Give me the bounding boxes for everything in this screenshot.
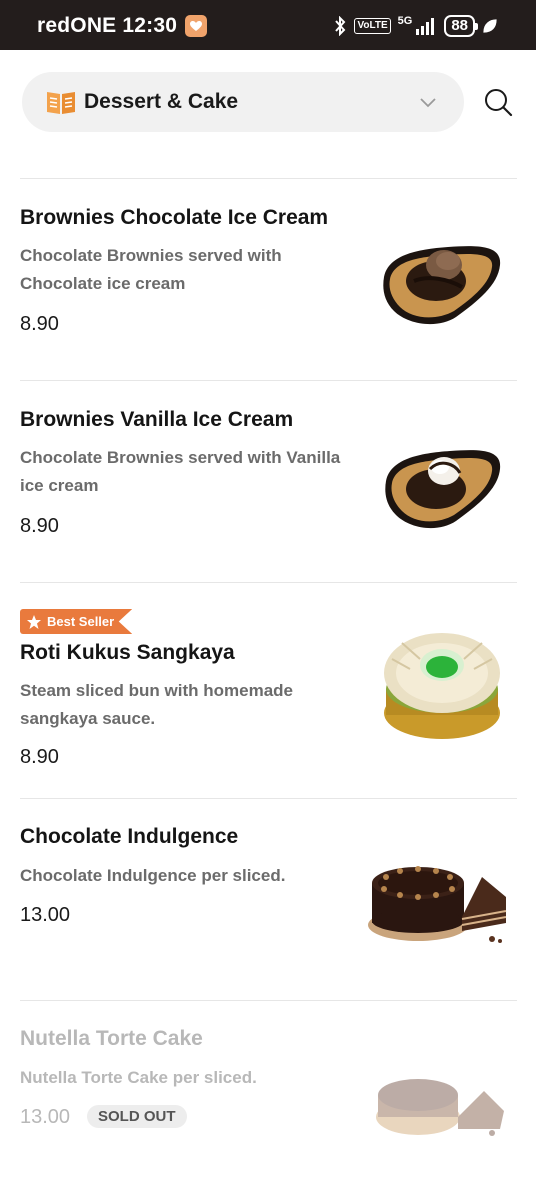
category-label: Dessert & Cake [84, 90, 239, 113]
leaf-icon [483, 19, 497, 33]
item-image [368, 866, 507, 943]
item-price: 13.00 [20, 1106, 71, 1128]
item-name: Brownies Vanilla Ice Cream [20, 408, 294, 431]
network-type: 5G [397, 15, 413, 27]
item-price: 13.00 [20, 904, 71, 926]
item-name: Nutella Torte Cake [20, 1027, 203, 1050]
item-image [385, 450, 501, 529]
menu-item[interactable]: Best Seller Roti Kukus Sangkaya Steam sl… [20, 582, 517, 798]
item-image [376, 1079, 504, 1136]
badge-label: Best Seller [47, 614, 115, 629]
item-price: 8.90 [20, 515, 59, 537]
menu-book-icon [47, 92, 75, 114]
item-description: Chocolate Indulgence per sliced. [20, 866, 286, 885]
item-name: Brownies Chocolate Ice Cream [20, 206, 329, 229]
item-description: Chocolate Brownies served with Chocolate… [20, 246, 282, 293]
menu-item[interactable]: Brownies Chocolate Ice Cream Chocolate B… [20, 178, 517, 380]
item-description: Chocolate Brownies served with Vanilla i… [20, 448, 341, 495]
item-price: 8.90 [20, 313, 59, 335]
item-name: Chocolate Indulgence [20, 825, 239, 848]
best-seller-badge: Best Seller [20, 609, 133, 634]
carrier-time: redONE 12:30 [37, 14, 178, 37]
item-price: 8.90 [20, 746, 59, 768]
item-description: Nutella Torte Cake per sliced. [20, 1068, 257, 1087]
status-right: VoLTE 5G 88 [333, 15, 498, 37]
chevron-down-icon [420, 98, 436, 108]
notification-icon [185, 15, 208, 37]
status-bar: redONE 12:30 VoLTE 5G 88 [0, 0, 536, 50]
bluetooth-icon [335, 16, 346, 36]
sold-out-badge: SOLD OUT [87, 1105, 187, 1128]
menu-item[interactable]: Brownies Vanilla Ice Cream Chocolate Bro… [20, 380, 517, 582]
item-description: Steam sliced bun with homemade sangkaya … [20, 681, 294, 728]
battery-indicator: 88 [444, 15, 478, 37]
star-icon [27, 614, 41, 629]
item-name: Roti Kukus Sangkaya [20, 641, 235, 664]
menu-item[interactable]: Chocolate Indulgence Chocolate Indulgenc… [20, 798, 517, 1000]
item-image [383, 246, 501, 325]
search-icon[interactable] [482, 86, 514, 118]
status-left: redONE 12:30 [37, 14, 208, 38]
signal-icon [416, 18, 435, 35]
category-dropdown[interactable]: Dessert & Cake [22, 72, 464, 132]
item-image [384, 633, 500, 739]
volte-icon: VoLTE [354, 18, 391, 34]
menu-item[interactable]: Nutella Torte Cake Nutella Torte Cake pe… [20, 1000, 517, 1200]
